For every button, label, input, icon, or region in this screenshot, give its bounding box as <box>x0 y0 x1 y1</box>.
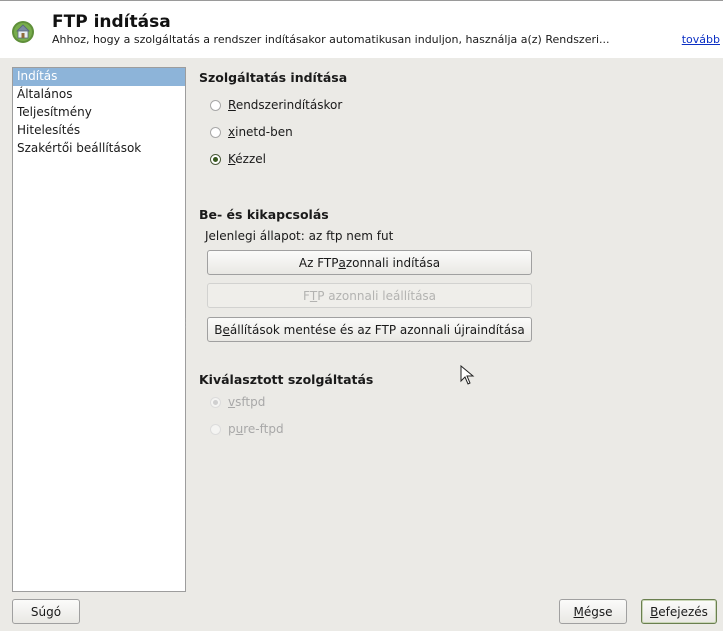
radio-rendszerinditaskor[interactable]: Rendszerindításkor <box>210 98 342 112</box>
radio-label: Kézzel <box>228 152 266 166</box>
sidebar-item-altalanos[interactable]: Általános <box>13 86 185 104</box>
radio-label: pure-ftpd <box>228 422 284 436</box>
radio-button[interactable] <box>210 396 221 408</box>
help-button[interactable]: Súgó <box>12 599 80 624</box>
save-restart-button[interactable]: Be állítások mentése és az FTP azonnali ú… <box>207 317 532 342</box>
radio-button[interactable] <box>210 153 221 165</box>
radio-button[interactable] <box>210 126 221 138</box>
sidebar-item-hitelesites[interactable]: Hitelesítés <box>13 122 185 140</box>
dialog-header: FTP indítása Ahhoz, hogy a szolgáltatás … <box>0 0 723 58</box>
more-link[interactable]: tovább <box>677 33 720 46</box>
sidebar-item-inditas[interactable]: Indítás <box>13 68 185 86</box>
radio-kezzel[interactable]: Kézzel <box>210 152 266 166</box>
radio-label: vsftpd <box>228 395 266 409</box>
radio-button[interactable] <box>210 423 221 435</box>
selected-service-heading: Kiválasztott szolgáltatás <box>199 372 374 387</box>
service-start-heading: Szolgáltatás indítása <box>199 70 348 85</box>
sidebar-item-teljesitmeny[interactable]: Teljesítmény <box>13 104 185 122</box>
page-title: FTP indítása <box>52 12 171 32</box>
sidebar-item-szakertoi-beallitasok[interactable]: Szakértői beállítások <box>13 140 185 158</box>
header-description: Ahhoz, hogy a szolgáltatás a rendszer in… <box>52 33 720 46</box>
stop-ftp-button[interactable]: FTP azonnali leállítása <box>207 283 532 308</box>
radio-label: Rendszerindításkor <box>228 98 343 112</box>
radio-vsftpd[interactable]: vsftpd <box>210 395 265 409</box>
status-label: Jelenlegi állapot: <box>205 229 305 243</box>
radio-xinetd[interactable]: xinetd-ben <box>210 125 293 139</box>
mouse-cursor-icon <box>460 365 475 385</box>
splitter-handle[interactable]: · · · <box>184 316 187 333</box>
radio-pure-ftpd[interactable]: pure-ftpd <box>210 422 284 436</box>
start-ftp-button[interactable]: Az FTP a zonnali indítása <box>207 250 532 275</box>
status-value: az ftp nem fut <box>308 229 394 243</box>
header-description-text: Ahhoz, hogy a szolgáltatás a rendszer in… <box>52 33 610 46</box>
sidebar-tree[interactable]: Indítás Általános Teljesítmény Hitelesít… <box>12 67 186 592</box>
cancel-button[interactable]: Mégse <box>559 599 627 624</box>
yast-module-icon <box>12 21 34 43</box>
onoff-heading: Be- és kikapcsolás <box>199 207 329 222</box>
radio-button[interactable] <box>210 99 221 111</box>
finish-button[interactable]: Befejezés <box>641 599 717 624</box>
radio-label: xinetd-ben <box>228 125 293 139</box>
status-line: Jelenlegi állapot: az ftp nem fut <box>205 229 393 243</box>
